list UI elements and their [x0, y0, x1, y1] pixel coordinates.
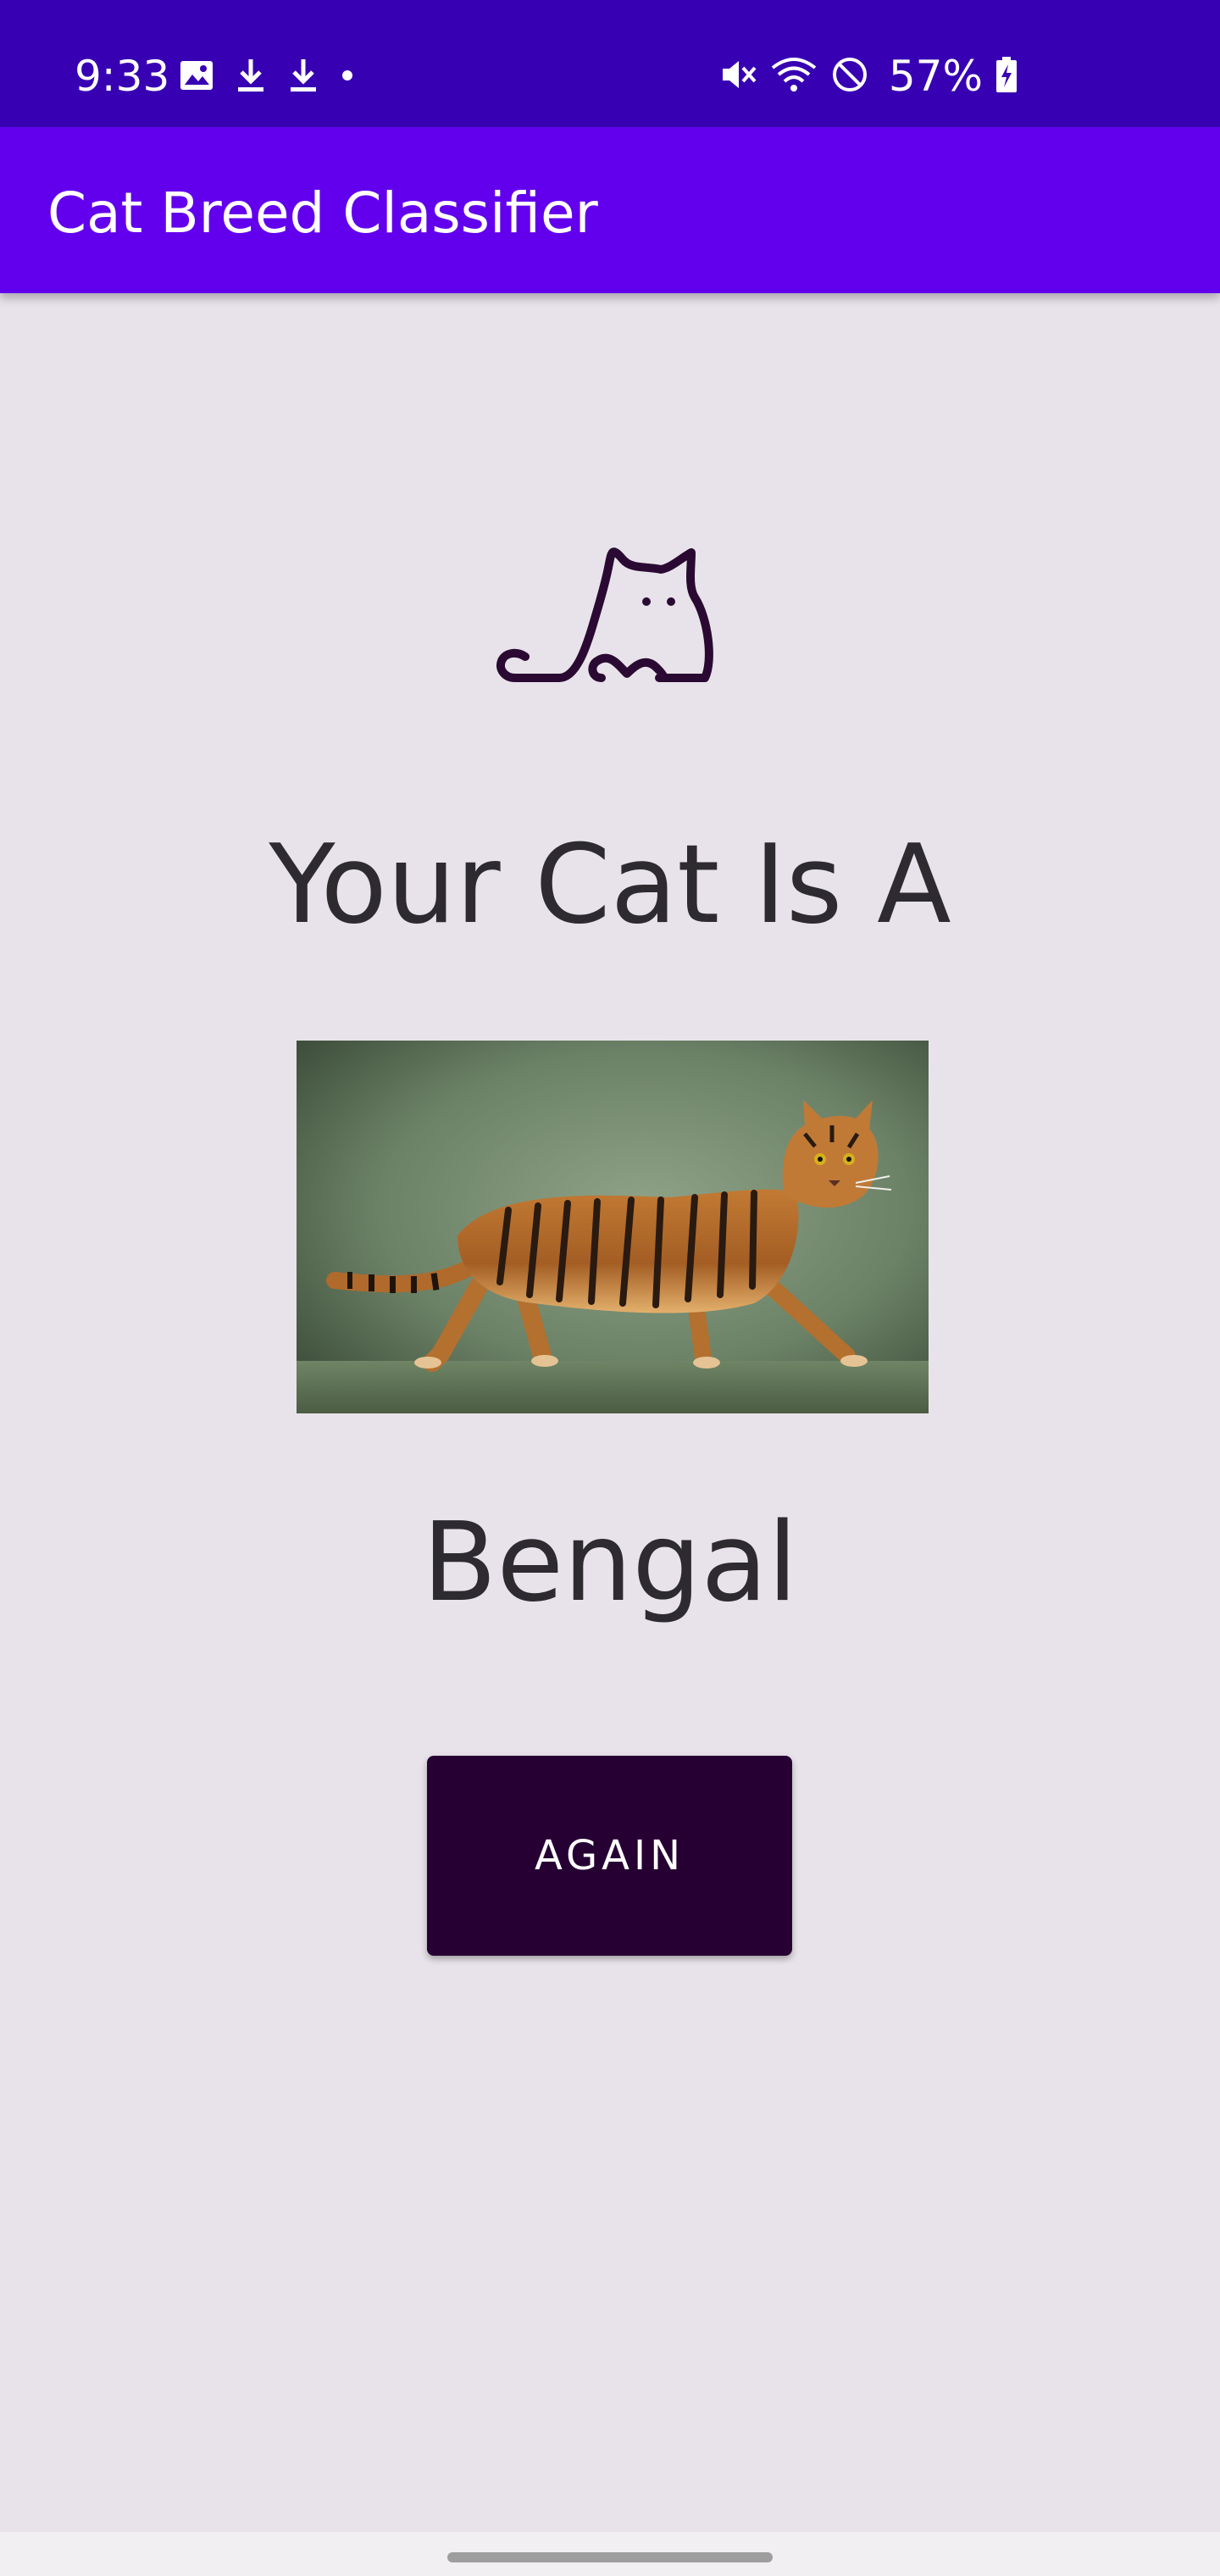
app-title: Cat Breed Classifier — [47, 180, 598, 246]
bengal-cat-photo — [297, 1041, 929, 1413]
breed-name: Bengal — [422, 1500, 798, 1626]
battery-charging-icon — [995, 56, 1018, 97]
status-bar: 9:33 57% — [0, 0, 1220, 127]
battery-percent: 57% — [888, 52, 983, 101]
download-icon — [234, 57, 268, 97]
do-not-disturb-icon — [829, 54, 870, 98]
wifi-icon — [770, 54, 818, 98]
notification-icons — [178, 56, 356, 98]
result-heading: Your Cat Is A — [269, 822, 951, 948]
system-icons: 57% — [718, 51, 1018, 102]
download-icon — [286, 57, 320, 97]
mute-icon — [718, 54, 758, 98]
image-icon — [178, 57, 215, 97]
gesture-handle[interactable] — [447, 2552, 773, 2562]
status-time: 9:33 — [75, 52, 170, 101]
dot-icon — [339, 57, 356, 97]
app-bar: Cat Breed Classifier — [0, 127, 1220, 293]
cat-outline-icon — [491, 534, 729, 686]
navigation-bar — [0, 2532, 1220, 2576]
again-button[interactable]: AGAIN — [427, 1756, 792, 1956]
